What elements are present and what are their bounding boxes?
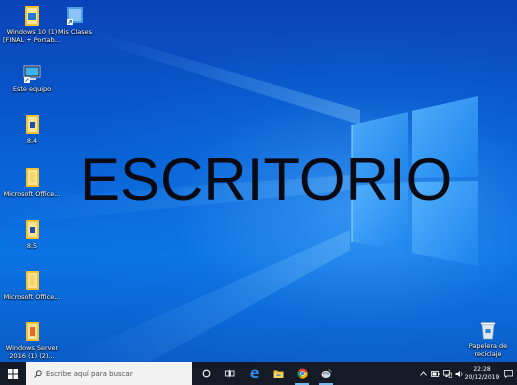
folder-icon bbox=[25, 6, 39, 26]
desktop-icon-folder-8-5[interactable]: 8.5 bbox=[3, 219, 61, 251]
desktop-icon-label: Windows Server 2016 (1) (2)... bbox=[5, 344, 59, 360]
wallpaper-caption: ESCRITORIO bbox=[80, 146, 453, 213]
search-input[interactable] bbox=[46, 369, 186, 378]
recycle-bin-icon bbox=[480, 322, 496, 340]
desktop-icon-label: 8.4 bbox=[26, 137, 38, 145]
tray-network[interactable] bbox=[441, 362, 453, 385]
desktop-icon-microsoft-office-2[interactable]: Microsoft Office... bbox=[3, 270, 61, 302]
folder-icon bbox=[26, 322, 39, 341]
taskbar-cortana-button[interactable] bbox=[194, 362, 218, 385]
desktop-icon-este-equipo[interactable]: Este equipo bbox=[3, 62, 61, 94]
taskbar-app-file-explorer[interactable] bbox=[266, 362, 290, 385]
clock-time: 22:28 bbox=[473, 366, 491, 373]
shortcut-icon bbox=[67, 7, 83, 25]
folder-icon bbox=[26, 168, 39, 187]
battery-icon bbox=[430, 370, 440, 377]
volume-icon bbox=[455, 370, 462, 377]
desktop[interactable]: ESCRITORIO Windows 10 (1) [FINAL + Porta… bbox=[0, 0, 517, 362]
network-icon bbox=[442, 369, 452, 378]
paint-icon bbox=[321, 368, 332, 379]
desktop-icon-windows-server[interactable]: Windows Server 2016 (1) (2)... bbox=[3, 321, 61, 360]
desktop-icon-recycle-bin[interactable]: Papelera de reciclaje bbox=[459, 319, 517, 358]
tray-volume[interactable] bbox=[453, 362, 465, 385]
notification-icon bbox=[503, 369, 513, 378]
taskbar-app-chrome[interactable] bbox=[290, 362, 314, 385]
desktop-icon-mis-clases[interactable]: Mis Clases bbox=[46, 5, 104, 37]
file-explorer-icon bbox=[273, 370, 283, 378]
computer-icon bbox=[23, 65, 41, 83]
clock-date: 20/12/2019 bbox=[464, 373, 500, 381]
tray-overflow-button[interactable] bbox=[417, 362, 429, 385]
folder-icon bbox=[26, 271, 39, 290]
taskbar-app-edge[interactable] bbox=[242, 362, 266, 385]
chrome-icon bbox=[296, 368, 308, 379]
system-tray: 22:28 20/12/2019 bbox=[417, 362, 517, 385]
chevron-up-icon bbox=[419, 371, 427, 376]
desktop-icon-label: 8.5 bbox=[26, 242, 38, 250]
cortana-icon bbox=[202, 369, 210, 378]
desktop-icon-label: Microsoft Office... bbox=[3, 293, 61, 301]
task-view-icon bbox=[225, 369, 235, 378]
edge-icon bbox=[250, 369, 259, 379]
taskbar-clock[interactable]: 22:28 20/12/2019 bbox=[464, 362, 500, 385]
taskbar-search[interactable] bbox=[26, 362, 192, 385]
start-button[interactable] bbox=[0, 362, 26, 385]
folder-icon bbox=[26, 115, 39, 134]
taskbar: 22:28 20/12/2019 bbox=[0, 362, 517, 385]
desktop-icon-label: Este equipo bbox=[12, 85, 52, 93]
desktop-icon-folder-8-4[interactable]: 8.4 bbox=[3, 114, 61, 146]
taskbar-task-view-button[interactable] bbox=[218, 362, 242, 385]
tray-battery[interactable] bbox=[429, 362, 441, 385]
taskbar-app-paint[interactable] bbox=[314, 362, 338, 385]
desktop-icon-label: Papelera de reciclaje bbox=[468, 342, 508, 358]
desktop-icon-label: Mis Clases bbox=[58, 28, 92, 36]
folder-icon bbox=[26, 220, 39, 239]
search-icon bbox=[34, 369, 42, 378]
windows-logo-icon bbox=[8, 368, 18, 379]
desktop-icon-microsoft-office-1[interactable]: Microsoft Office... bbox=[3, 167, 61, 199]
desktop-icon-label: Microsoft Office... bbox=[3, 190, 61, 198]
action-center-button[interactable] bbox=[499, 362, 517, 385]
